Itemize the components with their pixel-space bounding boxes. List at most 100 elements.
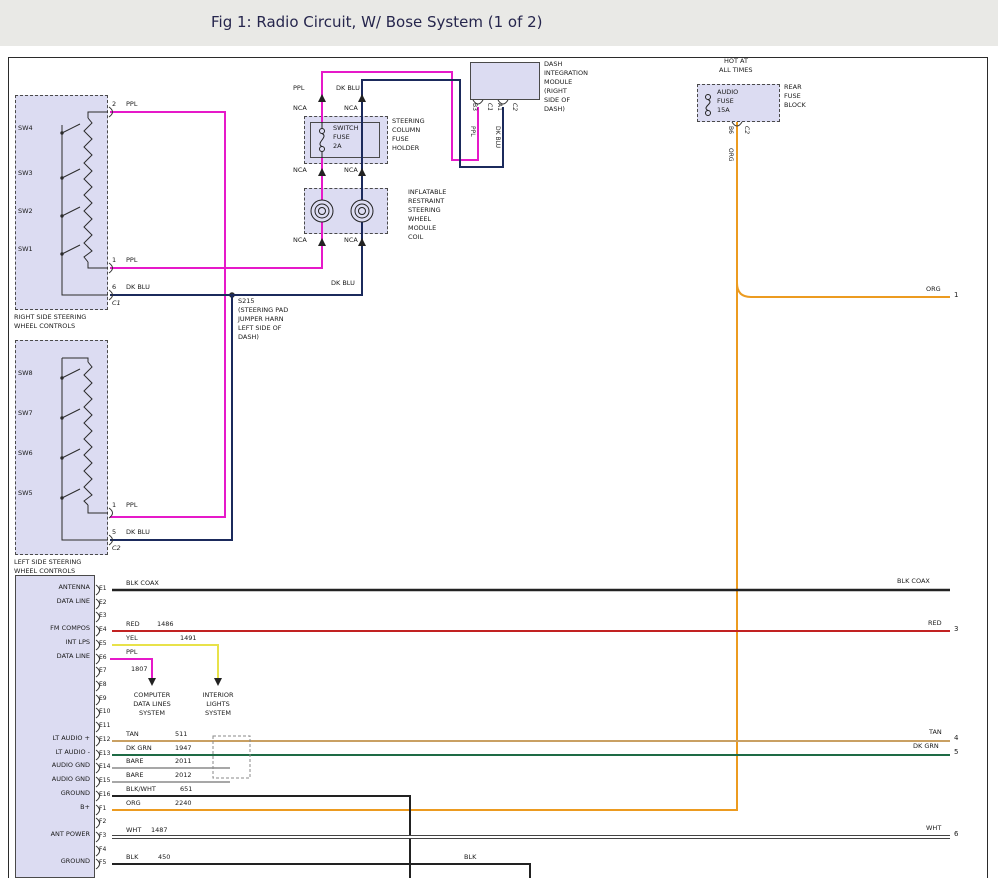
fuse-rating: 2A bbox=[333, 142, 342, 150]
pin-id: E2 bbox=[99, 599, 107, 606]
component-title: MODULE bbox=[544, 78, 572, 86]
component-title: WHEEL CONTROLS bbox=[14, 567, 75, 575]
fuse-terminal-icon bbox=[320, 147, 325, 152]
radio-row-label: LT AUDIO + bbox=[16, 734, 90, 742]
dkblu-wires bbox=[110, 80, 503, 540]
nca-label: NCA bbox=[344, 166, 358, 174]
wire-name: PPL bbox=[126, 256, 137, 264]
pin-id: F1 bbox=[99, 805, 106, 812]
nca-label: NCA bbox=[293, 166, 307, 174]
wiring-diagram-page: Fig 1: Radio Circuit, W/ Bose System (1 … bbox=[0, 0, 998, 878]
nca-label: NCA bbox=[293, 236, 307, 244]
switch-label: SW7 bbox=[18, 409, 33, 417]
rc-switch-lever-sw3 bbox=[62, 169, 80, 178]
splice-desc: JUMPER HARN bbox=[238, 315, 284, 323]
pin-id: E13 bbox=[99, 750, 110, 757]
component-title: LEFT SIDE STEERING bbox=[14, 558, 81, 566]
wire-name: PPL bbox=[469, 126, 476, 137]
connector-name: C2 bbox=[511, 103, 518, 111]
right-controls-circuitry bbox=[62, 112, 108, 295]
wire-name: DK BLU bbox=[126, 283, 150, 291]
radio-row-label: GROUND bbox=[16, 789, 90, 797]
dot bbox=[60, 496, 63, 499]
page-exit-number: 4 bbox=[954, 734, 958, 742]
switch-label: SW1 bbox=[18, 245, 33, 253]
connector-name: C2 bbox=[743, 126, 750, 134]
nca-arrow-icon bbox=[318, 94, 326, 102]
radio-row-label: AUDIO GND bbox=[16, 775, 90, 783]
wire-dkblu-to-dim bbox=[362, 80, 503, 200]
pin-id: E15 bbox=[99, 777, 110, 784]
wire-name: WHT bbox=[126, 826, 141, 834]
lc-switch-lever-sw5 bbox=[62, 489, 80, 498]
pin-number: B3 bbox=[471, 103, 478, 111]
radio-row-label: DATA LINE bbox=[16, 597, 90, 605]
rc-switch-lever-sw2 bbox=[62, 207, 80, 216]
dot bbox=[60, 176, 63, 179]
switch-label: SW8 bbox=[18, 369, 33, 377]
dot bbox=[60, 376, 63, 379]
pin-id: E12 bbox=[99, 736, 110, 743]
pin-id: F2 bbox=[99, 818, 106, 825]
wire-name: YEL bbox=[126, 634, 138, 642]
nca-arrow-icon bbox=[358, 94, 366, 102]
pin-number: 6 bbox=[112, 283, 116, 291]
component-title: DASH bbox=[544, 60, 562, 68]
rc-switch-lever-sw4 bbox=[62, 124, 80, 133]
wire-name: BARE bbox=[126, 771, 144, 779]
component-title: HOLDER bbox=[392, 144, 419, 152]
radio-row-label: ANT POWER bbox=[16, 830, 90, 838]
system-label: SYSTEM bbox=[115, 709, 189, 717]
circuit-number: 1487 bbox=[151, 826, 168, 834]
junction-dots bbox=[60, 131, 235, 499]
lc-switch-lever-sw8 bbox=[62, 369, 80, 378]
component-title: RESTRAINT bbox=[408, 197, 444, 205]
fuse-terminal-icon bbox=[320, 129, 325, 134]
circuit-number: 1486 bbox=[157, 620, 174, 628]
fuse-name: SWITCH bbox=[333, 124, 359, 132]
component-title: COIL bbox=[408, 233, 423, 241]
wire-name: PPL bbox=[126, 100, 137, 108]
component-title: MODULE bbox=[408, 224, 436, 232]
wire-name: DK GRN bbox=[913, 742, 939, 750]
nca-arrow-icon bbox=[318, 168, 326, 176]
wire-name: ORG bbox=[727, 148, 734, 162]
wire-name: BLK bbox=[464, 853, 476, 861]
page-exit-number: 3 bbox=[954, 625, 958, 633]
lc-top-tie bbox=[62, 358, 88, 362]
connector-name: C1 bbox=[486, 103, 493, 111]
page-exit-number: 1 bbox=[954, 291, 958, 299]
clockspring-coil-icon bbox=[315, 204, 329, 218]
system-label: SYSTEM bbox=[181, 709, 255, 717]
switch-label: SW5 bbox=[18, 489, 33, 497]
component-title: FUSE bbox=[784, 92, 801, 100]
component-title: WHEEL CONTROLS bbox=[14, 322, 75, 330]
component-title: WHEEL bbox=[408, 215, 431, 223]
pin-number: 2 bbox=[112, 100, 116, 108]
clockspring-coil-icon bbox=[311, 200, 333, 222]
clockspring-coil-icon bbox=[319, 208, 326, 215]
radio-row-label: GROUND bbox=[16, 857, 90, 865]
fuse-name: FUSE bbox=[333, 133, 350, 141]
radio-row-label: INT LPS bbox=[16, 638, 90, 646]
pin-id: F4 bbox=[99, 846, 106, 853]
component-title: INFLATABLE bbox=[408, 188, 446, 196]
wire-name: BARE bbox=[126, 757, 144, 765]
pin-number: B6 bbox=[727, 126, 734, 134]
lc-pin1-stub bbox=[88, 505, 108, 513]
switch-label: SW6 bbox=[18, 449, 33, 457]
page-exit-number: 6 bbox=[954, 830, 958, 838]
clockspring-coil-icon bbox=[359, 208, 366, 215]
pin-id: E5 bbox=[99, 640, 107, 647]
wire-name: DK BLU bbox=[336, 84, 360, 92]
wire-name: BLK COAX bbox=[126, 579, 159, 587]
component-title: INTEGRATION bbox=[544, 69, 588, 77]
nca-arrow-icon bbox=[358, 168, 366, 176]
power-state-label: ALL TIMES bbox=[719, 66, 752, 74]
lc-switch-lever-sw6 bbox=[62, 449, 80, 458]
page-exit-number: 5 bbox=[954, 748, 958, 756]
radio-row-label: AUDIO GND bbox=[16, 761, 90, 769]
audio-shield-dashed-box bbox=[213, 736, 250, 778]
clockspring-coil-icon bbox=[355, 204, 369, 218]
wire-name: TAN bbox=[929, 728, 942, 736]
